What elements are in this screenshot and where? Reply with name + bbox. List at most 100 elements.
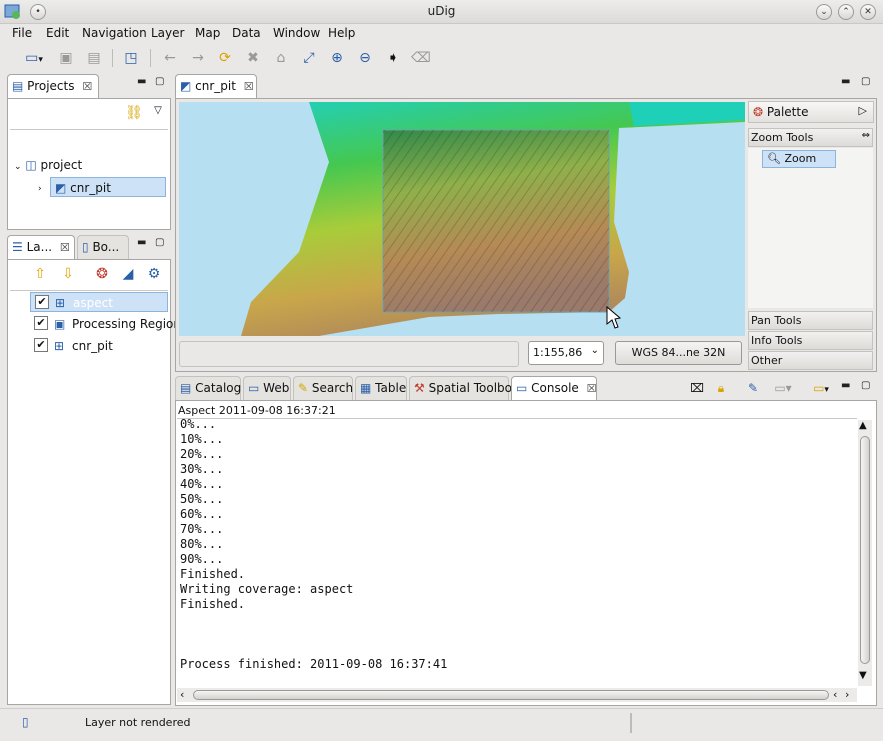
open-console-icon[interactable]: ▭▾ bbox=[807, 378, 835, 398]
zoom-out-icon[interactable]: ⊖ bbox=[355, 48, 375, 68]
menu-map[interactable]: Map bbox=[195, 26, 220, 40]
layers-view: ☰ La... ☒ ▯ Bo... ▬ ▢ ⇧ ⇩ ❂ ◢ ⚙ ✔ ⊞ aspe… bbox=[7, 235, 181, 705]
properties-icon[interactable]: ⚙ bbox=[144, 264, 164, 284]
layer-checkbox[interactable]: ✔ bbox=[34, 338, 48, 352]
cursor-icon bbox=[606, 305, 622, 329]
edit-layer-icon[interactable]: ◢ bbox=[118, 264, 138, 284]
pin-console-icon[interactable]: ✎ bbox=[743, 378, 763, 398]
scroll-thumb[interactable] bbox=[860, 436, 870, 664]
layer-row-processing-region[interactable]: ✔ ▣ Processing Region bbox=[30, 314, 181, 334]
palette-section-other[interactable]: Other bbox=[748, 351, 873, 370]
display-console-icon[interactable]: ▭▾ bbox=[769, 378, 797, 398]
menu-window[interactable]: Window bbox=[273, 26, 320, 40]
chevron-down-icon[interactable]: ⌄ bbox=[14, 162, 22, 172]
tree-item-project[interactable]: ⌄ ◫ project bbox=[14, 155, 82, 175]
tab-projects[interactable]: ▤ Projects ☒ bbox=[7, 74, 99, 98]
tab-console[interactable]: ▭ Console ☒ bbox=[511, 376, 597, 400]
scroll-down-icon[interactable]: ▼ bbox=[859, 670, 867, 681]
scroll-up-icon[interactable]: ▲ bbox=[859, 420, 867, 431]
home-icon[interactable]: ⌂ bbox=[271, 48, 291, 68]
back-icon[interactable]: ← bbox=[160, 48, 180, 68]
palette-section-zoom-tools[interactable]: Zoom Tools ⇔ bbox=[748, 128, 873, 147]
minimize-icon[interactable]: ▬ bbox=[137, 76, 146, 87]
tab-table[interactable]: ▦ Table bbox=[355, 376, 407, 400]
maximize-icon[interactable]: ▢ bbox=[861, 76, 870, 87]
menu-help[interactable]: Help bbox=[328, 26, 355, 40]
tab-spatial-toolbox[interactable]: ⚒ Spatial Toolbox bbox=[409, 376, 519, 400]
eraser-icon[interactable]: ⌫ bbox=[411, 48, 431, 68]
close-icon[interactable]: ☒ bbox=[82, 80, 92, 93]
minimize-button[interactable]: ⌄ bbox=[816, 4, 832, 20]
h-scroll-thumb[interactable] bbox=[193, 690, 829, 700]
zoom-tool[interactable]: 🔍︎ Zoom bbox=[762, 150, 836, 168]
maximize-icon[interactable]: ▢ bbox=[155, 237, 164, 248]
layer-row-aspect[interactable]: ✔ ⊞ aspect bbox=[30, 292, 168, 312]
maximize-icon[interactable]: ▢ bbox=[861, 380, 870, 391]
save-all-icon[interactable]: ▤ bbox=[84, 48, 104, 68]
crs-button[interactable]: WGS 84...ne 32N bbox=[615, 341, 742, 365]
scale-combo[interactable]: 1:155,86 ⌄ bbox=[528, 341, 604, 365]
forward-icon[interactable]: → bbox=[188, 48, 208, 68]
web-icon: ▭ bbox=[248, 381, 260, 395]
vertical-scrollbar[interactable]: ▲ ▼ bbox=[858, 420, 872, 686]
style-icon[interactable]: ❂ bbox=[92, 264, 112, 284]
chevron-right-icon[interactable]: › bbox=[38, 184, 42, 194]
maximize-button[interactable]: ⌃ bbox=[838, 4, 854, 20]
minimize-icon[interactable]: ▬ bbox=[841, 76, 850, 87]
tab-web[interactable]: ▭ Web bbox=[243, 376, 291, 400]
menu-edit[interactable]: Edit bbox=[46, 26, 69, 40]
fast-view-icon[interactable]: ▯ bbox=[22, 715, 29, 729]
move-up-icon[interactable]: ⇧ bbox=[30, 264, 50, 284]
move-down-icon[interactable]: ⇩ bbox=[58, 264, 78, 284]
minimize-icon[interactable]: ▬ bbox=[137, 237, 146, 248]
tab-label: Spatial Toolbox bbox=[428, 381, 519, 395]
palette-section-label: Zoom Tools bbox=[751, 131, 814, 144]
tree-item-map[interactable]: › bbox=[38, 177, 42, 197]
console-line: 70%... bbox=[180, 522, 224, 536]
layer-checkbox[interactable]: ✔ bbox=[34, 316, 48, 330]
grid-layer-icon: ⊞ bbox=[54, 339, 65, 353]
scroll-right-icon[interactable]: › bbox=[845, 688, 849, 701]
menu-navigation[interactable]: Navigation bbox=[82, 26, 147, 40]
tab-bookmarks[interactable]: ▯ Bo... bbox=[77, 235, 129, 259]
link-icon[interactable]: ⛓ bbox=[124, 103, 144, 123]
close-button[interactable]: ✕ bbox=[860, 4, 876, 20]
console-icon: ▭ bbox=[516, 381, 528, 395]
save-icon[interactable]: ▣ bbox=[56, 48, 76, 68]
console-text-area[interactable] bbox=[177, 418, 857, 686]
tab-layers[interactable]: ☰ La... ☒ bbox=[7, 235, 75, 259]
tab-catalog[interactable]: ▤ Catalog bbox=[175, 376, 241, 400]
clear-console-icon[interactable]: ⌧ bbox=[687, 378, 707, 398]
stop-icon[interactable]: ✖ bbox=[243, 48, 263, 68]
horizontal-scrollbar[interactable]: ‹ ‹ › bbox=[177, 688, 857, 702]
close-icon[interactable]: ☒ bbox=[244, 80, 254, 93]
palette-section-pan-tools[interactable]: Pan Tools bbox=[748, 311, 873, 330]
close-icon[interactable]: ☒ bbox=[587, 382, 597, 395]
scroll-left-icon[interactable]: ‹ bbox=[833, 688, 837, 701]
maximize-icon[interactable]: ▢ bbox=[155, 76, 164, 87]
map-canvas[interactable] bbox=[179, 102, 745, 336]
view-menu-icon[interactable]: ▽ bbox=[148, 101, 168, 121]
scroll-lock-icon[interactable]: 🔒︎ bbox=[711, 378, 731, 398]
layer-row-cnr-pit[interactable]: ✔ ⊞ cnr_pit bbox=[30, 336, 168, 356]
tab-search[interactable]: ✎ Search bbox=[293, 376, 353, 400]
new-dropdown-icon[interactable]: ▭▾ bbox=[20, 48, 48, 68]
zoom-extent-icon[interactable]: ⤢ bbox=[299, 48, 319, 68]
status-message: Layer not rendered bbox=[85, 716, 191, 729]
menu-layer[interactable]: Layer bbox=[151, 26, 184, 40]
minimize-icon[interactable]: ▬ bbox=[841, 380, 850, 391]
triangle-right-icon[interactable]: ▷ bbox=[859, 104, 867, 117]
tree-item-cnr-pit[interactable]: ◩ cnr_pit bbox=[50, 177, 166, 197]
new-layer-icon[interactable]: ◳ bbox=[121, 48, 141, 68]
refresh-icon[interactable]: ⟳ bbox=[215, 48, 235, 68]
palette-section-info-tools[interactable]: Info Tools bbox=[748, 331, 873, 350]
zoom-in-icon[interactable]: ⊕ bbox=[327, 48, 347, 68]
layer-checkbox[interactable]: ✔ bbox=[35, 295, 49, 309]
tab-bookmarks-label: Bo... bbox=[92, 240, 120, 254]
menu-data[interactable]: Data bbox=[232, 26, 261, 40]
scroll-left-icon[interactable]: ‹ bbox=[180, 688, 184, 701]
tab-map-cnr-pit[interactable]: ◩ cnr_pit ☒ bbox=[175, 74, 257, 98]
menu-file[interactable]: File bbox=[12, 26, 32, 40]
close-icon[interactable]: ☒ bbox=[60, 241, 70, 254]
pan-icon[interactable]: ➧ bbox=[383, 48, 403, 68]
